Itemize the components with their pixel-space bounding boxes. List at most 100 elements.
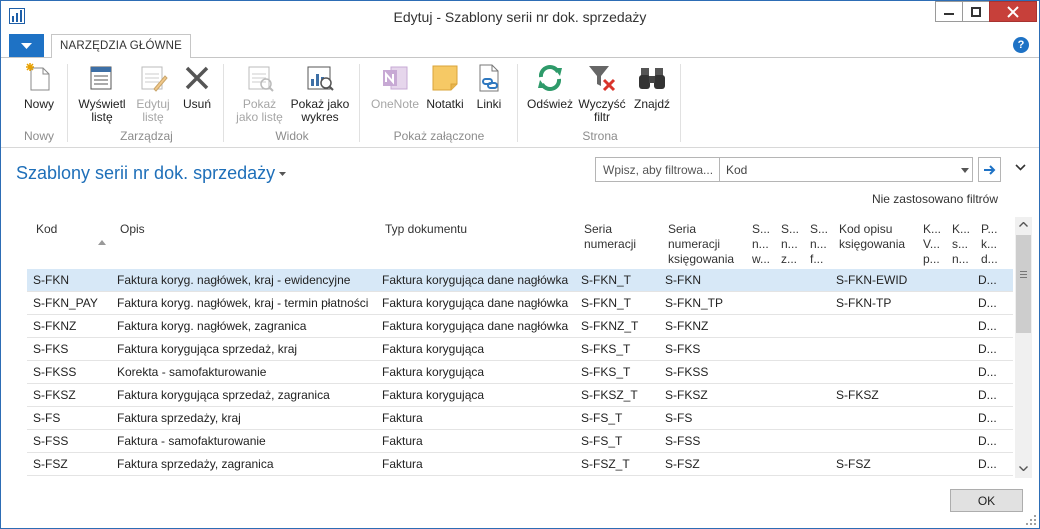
col-header-kod-opisu[interactable]: Kod opisu księgowania [839, 222, 905, 252]
scroll-down-button[interactable] [1015, 461, 1032, 478]
cell-kod-opisu: S-FKSZ [836, 388, 879, 402]
ribbon: Nowy Nowy Wyświetl listę Edytuj listę Us… [1, 58, 1039, 148]
chevron-up-icon [1019, 222, 1028, 227]
refresh-icon [538, 65, 562, 91]
cell-opis: Faktura sprzedaży, kraj [117, 411, 241, 425]
application-menu-button[interactable] [9, 34, 44, 57]
clear-filter-button[interactable]: Wyczyść filtr [577, 62, 627, 124]
cell-seria-ksiegowania: S-FKS [665, 342, 701, 356]
table-row[interactable]: S-FKS Faktura korygująca sprzedaż, kraj … [27, 338, 1013, 361]
cell-seria-numeracji: S-FKSZ_T [581, 388, 638, 402]
col-header-k1[interactable]: K... V... p... [923, 222, 941, 267]
title-dropdown-icon[interactable] [279, 172, 286, 176]
cell-kod: S-FKN_PAY [33, 296, 98, 310]
col-header-line: K... [923, 222, 942, 236]
table-row[interactable]: S-FKSZ Faktura korygująca sprzedaż, zagr… [27, 384, 1013, 407]
col-header-s2[interactable]: S... n... z... [781, 222, 799, 267]
minimize-button[interactable] [935, 1, 962, 22]
view-list-icon [90, 66, 112, 90]
refresh-label: Odśwież [526, 97, 573, 111]
col-header-line: K... [952, 222, 971, 236]
col-header-seria-ksiegowania[interactable]: Seria numeracji księgowania [668, 222, 734, 267]
collapse-chevron-icon[interactable] [1015, 164, 1026, 171]
clear-filter-label-2: filtr [594, 110, 610, 124]
vertical-scrollbar[interactable] [1015, 217, 1032, 478]
ribbon-separator [359, 64, 360, 142]
cell-seria-ksiegowania: S-FKNZ [665, 319, 709, 333]
title-bar[interactable]: Edytuj - Szablony serii nr dok. sprzedaż… [1, 1, 1039, 32]
close-button[interactable] [989, 1, 1037, 22]
delete-button[interactable]: Usuń [177, 62, 217, 111]
links-button[interactable]: Linki [471, 62, 507, 111]
table-row[interactable]: S-FKNZ Faktura koryg. nagłówek, zagranic… [27, 315, 1013, 338]
cell-seria-numeracji: S-FKS_T [581, 365, 631, 379]
filter-input[interactable] [596, 158, 720, 181]
col-header-line: Seria [584, 222, 613, 236]
page-title[interactable]: Szablony serii nr dok. sprzedaży [16, 163, 275, 184]
table-row[interactable]: S-FSS Faktura - samofakturowanie Faktura… [27, 430, 1013, 453]
col-header-s3[interactable]: S... n... f... [810, 222, 828, 267]
maximize-icon [971, 6, 981, 17]
tab-home[interactable]: NARZĘDZIA GŁÓWNE [51, 34, 192, 59]
notes-button[interactable]: Notatki [424, 62, 466, 111]
cell-seria-numeracji: S-FKN_T [581, 273, 632, 287]
show-as-chart-button[interactable]: Pokaż jako wykres [290, 62, 350, 124]
cell-seria-ksiegowania: S-FKN [665, 273, 701, 287]
show-as-chart-icon [307, 66, 334, 91]
table-row[interactable]: S-FKN Faktura koryg. nagłówek, kraj - ew… [27, 269, 1013, 292]
table-row[interactable]: S-FKSS Korekta - samofakturowanie Faktur… [27, 361, 1013, 384]
col-header-seria-numeracji[interactable]: Seria numeracji [584, 222, 636, 252]
cell-kod: S-FKSZ [33, 388, 76, 402]
col-header-opis[interactable]: Opis [120, 222, 145, 237]
col-header-line: s... [952, 237, 969, 251]
col-header-k2[interactable]: K... s... n... [952, 222, 970, 267]
cell-typ: Faktura korygująca dane nagłówka [382, 273, 569, 287]
cell-seria-numeracji: S-FSZ_T [581, 457, 630, 471]
filter-field-select[interactable]: Kod [726, 163, 747, 177]
cell-kod-opisu: S-FSZ [836, 457, 871, 471]
ribbon-tab-bar: NARZĘDZIA GŁÓWNE ? [1, 32, 1039, 59]
cell-opis: Faktura korygująca sprzedaż, zagranica [117, 388, 330, 402]
maximize-button[interactable] [962, 1, 989, 22]
chevron-down-icon[interactable] [961, 168, 969, 173]
find-button[interactable]: Znajdź [631, 62, 673, 111]
edit-list-label-2: listę [142, 110, 164, 124]
scroll-up-button[interactable] [1015, 217, 1032, 234]
help-icon[interactable]: ? [1013, 37, 1029, 53]
edit-list-button[interactable]: Edytuj listę [133, 62, 173, 124]
group-label-view: Widok [275, 129, 309, 143]
col-header-line: n... [952, 252, 969, 266]
table-row[interactable]: S-FS Faktura sprzedaży, kraj Faktura S-F… [27, 407, 1013, 430]
table-row[interactable]: S-FKN_PAY Faktura koryg. nagłówek, kraj … [27, 292, 1013, 315]
col-header-s1[interactable]: S... n... w... [752, 222, 770, 267]
col-header-line: p... [923, 252, 940, 266]
cell-typ: Faktura [382, 411, 423, 425]
view-list-button[interactable]: Wyświetl listę [74, 62, 130, 124]
col-header-line: S... [781, 222, 800, 236]
col-header-p[interactable]: P... k... d... [981, 222, 998, 267]
table-row[interactable]: S-FSZ Faktura sprzedaży, zagranica Faktu… [27, 453, 1013, 476]
apply-filter-button[interactable] [978, 157, 1001, 182]
onenote-button[interactable]: OneNote [368, 62, 422, 111]
notes-icon [432, 65, 458, 91]
resize-grip-icon[interactable] [1025, 514, 1037, 526]
onenote-label: OneNote [370, 97, 420, 111]
delete-label: Usuń [182, 97, 211, 111]
refresh-button[interactable]: Odśwież [525, 62, 575, 111]
cell-seria-ksiegowania: S-FSS [665, 434, 701, 448]
edit-list-icon [141, 66, 168, 92]
col-header-typ[interactable]: Typ dokumentu [385, 222, 467, 237]
cell-typ: Faktura korygująca [382, 342, 485, 356]
ok-button[interactable]: OK [950, 489, 1023, 512]
cell-typ: Faktura korygująca dane nagłówka [382, 319, 569, 333]
scroll-thumb[interactable] [1016, 235, 1031, 333]
window-title: Edytuj - Szablony serii nr dok. sprzedaż… [393, 9, 647, 25]
cell-kod: S-FSZ [33, 457, 68, 471]
col-header-kod[interactable]: Kod [36, 222, 57, 237]
cell-seria-numeracji: S-FS_T [581, 411, 623, 425]
group-label-page: Strona [582, 129, 618, 143]
find-label: Znajdź [633, 97, 671, 111]
col-header-line: k... [981, 237, 998, 251]
new-button[interactable]: Nowy [17, 62, 61, 111]
show-as-list-button[interactable]: Pokaż jako listę [232, 62, 287, 124]
